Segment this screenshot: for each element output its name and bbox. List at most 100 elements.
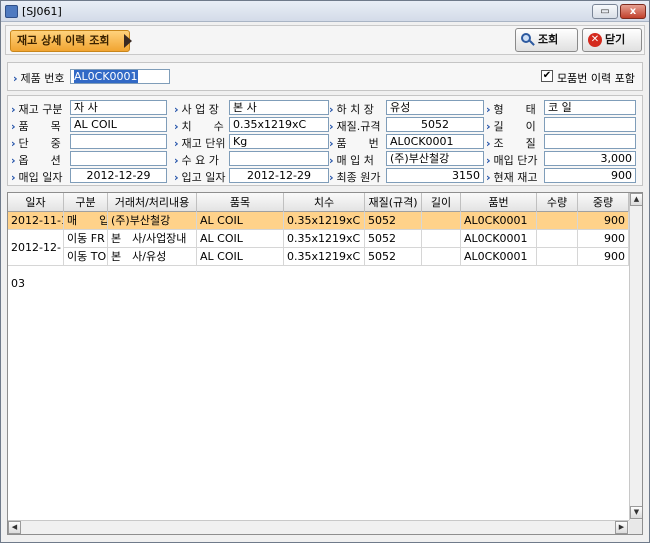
- info-label: 매입 일자: [11, 169, 63, 185]
- table-cell: [537, 248, 578, 266]
- info-field[interactable]: 0.35x1219xC: [229, 117, 329, 132]
- table-cell: 900: [578, 212, 629, 230]
- info-label: 재고 단위: [174, 135, 226, 151]
- scroll-corner: [629, 520, 642, 534]
- search-button-label: 조회: [538, 33, 559, 46]
- filter-panel: 제품 번호 AL0CK0001 ✔ 모품번 이력 포함: [7, 62, 643, 91]
- search-icon: [521, 33, 535, 47]
- table-cell: 5052: [365, 230, 422, 248]
- search-button[interactable]: 조회: [515, 28, 578, 52]
- info-field[interactable]: [544, 134, 636, 149]
- info-field[interactable]: [544, 117, 636, 132]
- info-label: 수 요 가: [174, 152, 219, 168]
- info-label: 하 치 장: [329, 101, 374, 117]
- info-label: 품 목: [11, 118, 61, 134]
- info-label: 매 입 처: [329, 152, 374, 168]
- info-field[interactable]: 코 일: [544, 100, 636, 115]
- info-field[interactable]: 자 사: [70, 100, 167, 115]
- grid-column-header[interactable]: 구분: [64, 193, 108, 212]
- info-field[interactable]: [70, 151, 167, 166]
- info-field[interactable]: 2012-12-29: [70, 168, 167, 183]
- table-cell: 이동 FR: [64, 230, 108, 248]
- info-label: 입고 일자: [174, 169, 226, 185]
- restore-button[interactable]: ▭: [592, 4, 618, 19]
- grid-column-header[interactable]: 품목: [197, 193, 284, 212]
- include-parent-label: 모품번 이력 포함: [557, 72, 635, 85]
- info-label: 재질.규격: [329, 118, 381, 134]
- horizontal-scrollbar[interactable]: ◀ ▶: [8, 520, 629, 534]
- table-cell-date: 2012-12-03: [8, 230, 64, 290]
- table-row[interactable]: 이동 FR 본 사/사업장내 AL COIL 0.35x1219xC 5052 AL0CK…: [8, 230, 629, 248]
- info-field[interactable]: [70, 134, 167, 149]
- table-cell: 본 사/유성: [108, 248, 197, 266]
- grid-column-header[interactable]: 길이: [422, 193, 461, 212]
- scroll-down-button[interactable]: ▼: [630, 506, 642, 519]
- table-cell: 매 입: [64, 212, 108, 230]
- table-row[interactable]: 이동 TO 본 사/유성 AL COIL 0.35x1219xC 5052 AL0CK00…: [8, 248, 629, 266]
- scroll-up-button[interactable]: ▲: [630, 193, 642, 206]
- screen-title: 재고 상세 이력 조회: [10, 30, 130, 52]
- info-label: 길 이: [486, 118, 536, 134]
- table-cell: 0.35x1219xC: [284, 230, 365, 248]
- info-label: 사 업 장: [174, 101, 219, 117]
- grid-column-header[interactable]: 거래처/처리내용: [108, 193, 197, 212]
- grid-column-header[interactable]: 치수: [284, 193, 365, 212]
- table-cell: 본 사/사업장내: [108, 230, 197, 248]
- info-field[interactable]: (주)부산철강: [386, 151, 484, 166]
- screen-title-arrow-icon: [124, 34, 132, 48]
- info-field[interactable]: [229, 151, 329, 166]
- info-label: 최종 원가: [329, 169, 381, 185]
- table-cell: AL0CK0001: [461, 212, 537, 230]
- main-window: [SJ061] ▭ x 재고 상세 이력 조회 조회 ✕ 닫기 제품 번호 AL…: [0, 0, 650, 543]
- scroll-left-button[interactable]: ◀: [8, 521, 21, 534]
- grid-column-header[interactable]: 수량: [537, 193, 578, 212]
- table-cell: [422, 248, 461, 266]
- table-cell: 이동 TO: [64, 248, 108, 266]
- grid-header: 일자 구분 거래처/처리내용 품목 치수 재질(규격) 길이 품번 수량 중량: [8, 193, 629, 212]
- table-cell: [422, 212, 461, 230]
- info-label: 매입 단가: [486, 152, 538, 168]
- table-cell: 900: [578, 230, 629, 248]
- info-field[interactable]: Kg: [229, 134, 329, 149]
- close-icon: ✕: [588, 33, 602, 47]
- info-field[interactable]: 3150: [386, 168, 484, 183]
- grid-column-header[interactable]: 중량: [578, 193, 629, 212]
- include-parent-checkbox[interactable]: ✔: [541, 70, 553, 82]
- table-cell: [422, 230, 461, 248]
- history-grid: 일자 구분 거래처/처리내용 품목 치수 재질(규격) 길이 품번 수량 중량 ▲ ▼ ◀ ▶ 2…: [7, 192, 643, 535]
- table-cell: 5052: [365, 248, 422, 266]
- grid-column-header[interactable]: 재질(규격): [365, 193, 422, 212]
- product-no-input[interactable]: AL0CK0001: [70, 69, 170, 84]
- info-field[interactable]: 2012-12-29: [229, 168, 329, 183]
- info-field[interactable]: 3,000: [544, 151, 636, 166]
- table-cell: 0.35x1219xC: [284, 212, 365, 230]
- vertical-scrollbar[interactable]: ▲ ▼: [629, 193, 642, 520]
- info-label: 단 중: [11, 135, 61, 151]
- close-button[interactable]: ✕ 닫기: [582, 28, 642, 52]
- grid-column-header[interactable]: 품번: [461, 193, 537, 212]
- info-field[interactable]: 본 사: [229, 100, 329, 115]
- info-field[interactable]: AL0CK0001: [386, 134, 484, 149]
- product-no-label: 제품 번호: [13, 70, 65, 86]
- info-label: 재고 구분: [11, 101, 63, 117]
- title-bar[interactable]: [SJ061] ▭ x: [1, 1, 649, 22]
- info-field[interactable]: AL COIL: [70, 117, 167, 132]
- info-field[interactable]: 900: [544, 168, 636, 183]
- info-label: 현재 재고: [486, 169, 538, 185]
- window-title: [SJ061]: [22, 5, 62, 18]
- toolbar: 재고 상세 이력 조회 조회 ✕ 닫기: [5, 25, 645, 55]
- table-cell: 2012-11-10: [8, 212, 64, 230]
- table-cell: AL0CK0001: [461, 248, 537, 266]
- table-cell: 0.35x1219xC: [284, 248, 365, 266]
- window-close-button[interactable]: x: [620, 4, 646, 19]
- table-cell: [537, 212, 578, 230]
- info-field[interactable]: 5052: [386, 117, 484, 132]
- grid-column-header[interactable]: 일자: [8, 193, 64, 212]
- info-label: 품 번: [329, 135, 379, 151]
- scroll-right-button[interactable]: ▶: [615, 521, 628, 534]
- info-label: 치 수: [174, 118, 224, 134]
- info-field[interactable]: 유성: [386, 100, 484, 115]
- table-cell: AL0CK0001: [461, 230, 537, 248]
- info-label: 조 질: [486, 135, 536, 151]
- table-row[interactable]: 2012-11-10매 입(주)부산철강AL COIL0.35x1219xC50…: [8, 212, 629, 230]
